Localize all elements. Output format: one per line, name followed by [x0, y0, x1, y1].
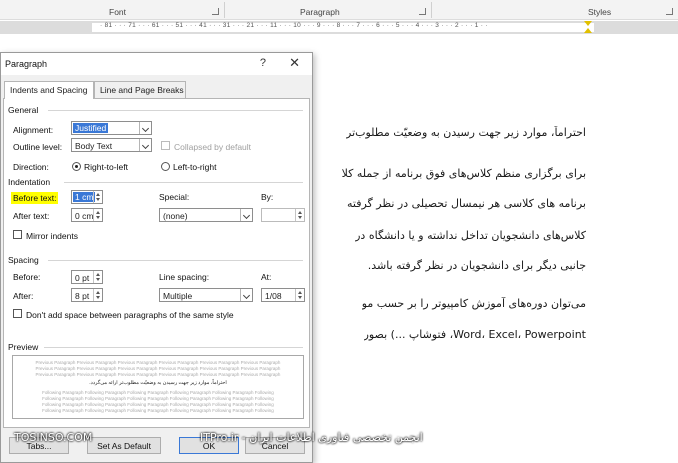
mirror-indents-label: Mirror indents — [26, 231, 78, 241]
dont-add-space-checkbox[interactable] — [13, 309, 22, 318]
dont-add-space-label: Don't add space between paragraphs of th… — [26, 310, 234, 320]
styles-group-label: Styles — [588, 7, 612, 17]
by-label: By: — [261, 192, 274, 202]
ribbon-separator — [431, 2, 432, 18]
first-line-indent-marker-icon[interactable] — [584, 21, 592, 26]
preview-sample-paragraph: احتراماً، موارد زیر جهت رسیدن به وضعیّت … — [89, 380, 227, 386]
preview-heading: Preview — [8, 342, 39, 352]
direction-label: Direction: — [13, 162, 49, 172]
document-line: برای برگزاری منظم کلاس‌های فوق برنامه از… — [341, 167, 586, 180]
collapsed-by-default-checkbox[interactable] — [161, 141, 170, 150]
spacing-heading: Spacing — [8, 255, 39, 265]
line-spacing-label: Line spacing: — [159, 272, 210, 282]
outline-level-label: Outline level: — [13, 142, 63, 152]
before-text-label: Before text: — [11, 192, 59, 204]
outline-level-select[interactable]: Body Text — [71, 138, 152, 152]
collapsed-by-default-label: Collapsed by default — [174, 142, 252, 152]
document-line: Word، Excel، Powerpoint، فتوشاپ ...) بصو… — [363, 328, 586, 341]
right-to-left-label: Right-to-left — [84, 162, 128, 172]
preview-following-paragraph: Following Paragraph Following Paragraph … — [42, 402, 274, 407]
spacing-after-value: 8 pt — [75, 291, 90, 301]
chevron-down-icon — [139, 139, 151, 151]
document-line: برنامه های کلاسی هر نیمسال تحصیلی در نظر… — [347, 197, 586, 210]
spin-arrows-icon[interactable] — [93, 191, 102, 203]
at-label: At: — [261, 272, 272, 282]
tab-label: Line and Page Breaks — [100, 85, 184, 95]
tab-line-and-page-breaks[interactable]: Line and Page Breaks — [94, 81, 186, 98]
after-text-spinner[interactable]: 0 cm — [71, 208, 103, 222]
general-heading: General — [8, 105, 39, 115]
horizontal-ruler[interactable]: · 81 · · · 71 · · · 61 · · · 51 · · · 41… — [0, 21, 678, 34]
right-to-left-radio[interactable] — [72, 162, 81, 171]
hanging-indent-marker-icon[interactable] — [584, 28, 592, 33]
ribbon-separator — [224, 2, 225, 18]
watermark-right: ITPro.ir - انجمن تخصصی فناوری اطلاعات ای… — [200, 431, 423, 444]
spacing-before-value: 0 pt — [75, 273, 90, 283]
paragraph-dialog-launcher-icon[interactable] — [419, 8, 426, 15]
font-group-label: Font — [109, 7, 127, 17]
preview-previous-paragraph: Previous Paragraph Previous Paragraph Pr… — [35, 360, 281, 365]
spacing-after-spinner[interactable]: 8 pt — [71, 288, 103, 302]
preview-previous-paragraph: Previous Paragraph Previous Paragraph Pr… — [35, 366, 281, 371]
at-value: 1/08 — [265, 291, 282, 301]
spacing-before-spinner[interactable]: 0 pt — [71, 270, 103, 284]
font-dialog-launcher-icon[interactable] — [212, 8, 219, 15]
indents-spacing-panel: General Alignment: Justified Outline lev… — [3, 98, 310, 428]
preview-previous-paragraph: Previous Paragraph Previous Paragraph Pr… — [35, 372, 281, 377]
close-button[interactable]: ✕ — [289, 55, 300, 71]
alignment-select[interactable]: Justified — [71, 121, 152, 135]
preview-following-paragraph: Following Paragraph Following Paragraph … — [42, 390, 274, 395]
before-text-spinner[interactable]: 1 cm — [71, 190, 103, 204]
spin-arrows-icon[interactable] — [295, 289, 304, 301]
ribbon-group-labels: Font Paragraph Styles — [0, 0, 678, 20]
at-spinner[interactable]: 1/08 — [261, 288, 305, 302]
spin-arrows-icon[interactable] — [295, 209, 304, 221]
document-line: می‌توان دوره‌های آموزش کامپیوتر را بر حس… — [361, 297, 586, 310]
spacing-before-label: Before: — [13, 272, 41, 282]
document-line: جانبی دیگر برای دانشجویان در نظر گرفته ب… — [367, 259, 586, 272]
section-divider — [48, 110, 303, 111]
left-to-right-radio[interactable] — [161, 162, 170, 171]
chevron-down-icon — [139, 122, 151, 134]
section-divider — [48, 260, 303, 261]
spin-arrows-icon[interactable] — [93, 289, 102, 301]
mirror-indents-checkbox[interactable] — [13, 230, 22, 239]
chevron-down-icon — [240, 289, 252, 301]
styles-dialog-launcher-icon[interactable] — [666, 8, 673, 15]
dialog-title: Paragraph — [5, 59, 48, 69]
after-text-value: 0 cm — [75, 211, 94, 221]
line-spacing-select[interactable]: Multiple — [159, 288, 253, 302]
section-divider — [44, 347, 303, 348]
left-to-right-label: Left-to-right — [173, 162, 217, 172]
document-line: احتراماً، موارد زیر جهت رسیدن به وضعیّت … — [346, 126, 586, 139]
dialog-titlebar[interactable]: Paragraph ? ✕ — [1, 53, 312, 75]
help-button[interactable]: ? — [260, 57, 266, 69]
by-spinner[interactable] — [261, 208, 305, 222]
preview-following-paragraph: Following Paragraph Following Paragraph … — [42, 396, 274, 401]
line-spacing-value: Multiple — [163, 291, 193, 301]
spin-arrows-icon[interactable] — [93, 209, 102, 221]
special-select[interactable]: (none) — [159, 208, 253, 222]
preview-following-paragraph: Following Paragraph Following Paragraph … — [42, 408, 274, 413]
special-label: Special: — [159, 192, 190, 202]
outline-level-value: Body Text — [75, 141, 113, 151]
special-value: (none) — [163, 211, 188, 221]
tab-indents-and-spacing[interactable]: Indents and Spacing — [4, 81, 94, 99]
spin-arrows-icon[interactable] — [93, 271, 102, 283]
paragraph-group-label: Paragraph — [300, 7, 340, 17]
indentation-heading: Indentation — [8, 177, 51, 187]
tab-label: Indents and Spacing — [10, 85, 88, 95]
document-line: کلاس‌های دانشجویان تداخل نداشته و یا دان… — [355, 229, 586, 242]
after-text-label: After text: — [13, 211, 50, 221]
alignment-value: Justified — [73, 123, 109, 133]
section-divider — [64, 182, 303, 183]
alignment-label: Alignment: — [13, 125, 54, 135]
ruler-numbers: · 81 · · · 71 · · · 61 · · · 51 · · · 41… — [100, 22, 488, 29]
chevron-down-icon — [240, 209, 252, 221]
paragraph-dialog: Paragraph ? ✕ Indents and Spacing Line a… — [0, 52, 313, 463]
set-as-default-button[interactable]: Set As Default — [87, 437, 161, 454]
paragraph-preview: Previous Paragraph Previous Paragraph Pr… — [12, 355, 304, 419]
watermark-left: TOSINSO.COM — [14, 431, 93, 444]
spacing-after-label: After: — [13, 291, 34, 301]
